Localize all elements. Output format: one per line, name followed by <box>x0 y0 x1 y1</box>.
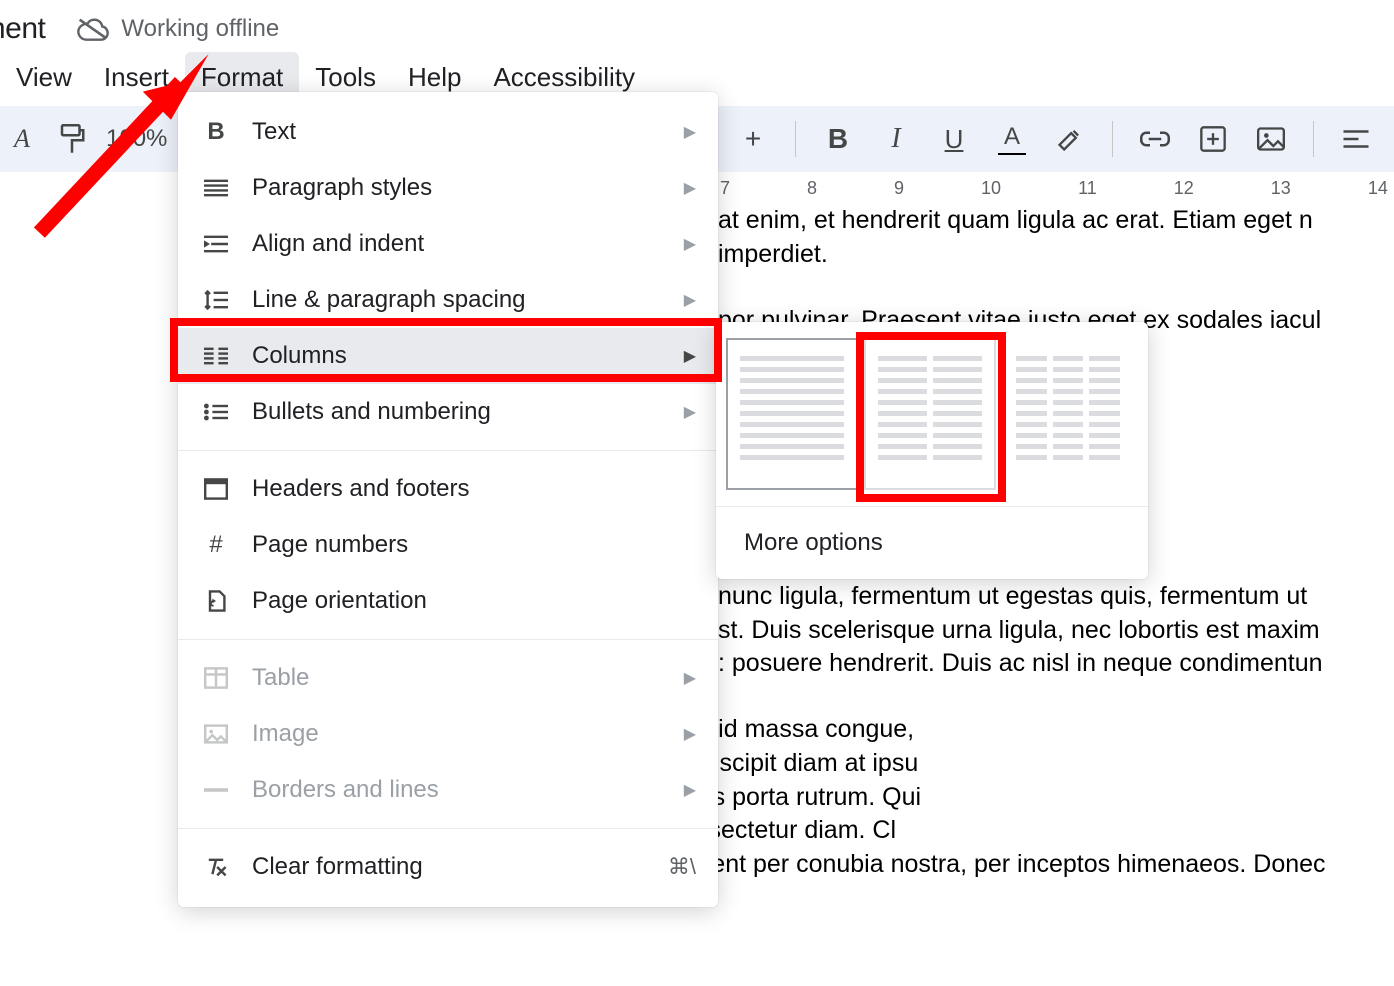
menu-clear-formatting[interactable]: Clear formatting ⌘\ <box>178 839 718 895</box>
chevron-right-icon: ▶ <box>684 668 696 688</box>
ruler-tick: 14 <box>1368 178 1388 206</box>
add-comment-icon[interactable] <box>1197 123 1229 155</box>
line-spacing-icon <box>202 286 230 314</box>
toolbar-divider <box>1313 121 1314 157</box>
insert-image-icon[interactable] <box>1255 123 1287 155</box>
menu-label: Line & paragraph spacing <box>252 286 526 314</box>
menu-columns[interactable]: Columns ▶ <box>178 328 718 384</box>
menu-bullets-numbering[interactable]: Bullets and numbering ▶ <box>178 384 718 440</box>
chevron-right-icon: ▶ <box>684 122 696 142</box>
menu-label: Image <box>252 720 319 748</box>
chevron-right-icon: ▶ <box>684 234 696 254</box>
spellcheck-icon[interactable]: A <box>6 123 38 155</box>
ruler-tick: 10 <box>981 178 1001 206</box>
align-icon[interactable] <box>1340 123 1372 155</box>
columns-option-two[interactable] <box>864 338 996 490</box>
menu-view[interactable]: View <box>0 52 88 103</box>
menu-label: Bullets and numbering <box>252 398 491 426</box>
toolbar-right: + B I U A ▼ <box>710 106 1394 172</box>
chevron-right-icon: ▶ <box>684 346 696 366</box>
menu-headers-footers[interactable]: Headers and footers <box>178 461 718 517</box>
doc-paragraph: at enim, et hendrerit quam ligula ac era… <box>718 204 1394 272</box>
menu-image: Image ▶ <box>178 706 718 762</box>
menu-label: Headers and footers <box>252 475 469 503</box>
paint-format-icon[interactable] <box>56 123 88 155</box>
format-menu-dropdown: B Text ▶ Paragraph styles ▶ Align and in… <box>178 92 718 907</box>
chevron-right-icon: ▶ <box>684 290 696 310</box>
menu-label: Page numbers <box>252 531 408 559</box>
page-numbers-icon: # <box>202 531 230 559</box>
page-orientation-icon <box>202 587 230 615</box>
columns-option-three[interactable] <box>1002 338 1134 490</box>
align-indent-icon <box>202 230 230 258</box>
ruler-tick: 8 <box>807 178 817 206</box>
columns-submenu: More options <box>716 322 1148 579</box>
ruler-tick: 7 <box>720 178 730 206</box>
borders-icon <box>202 776 230 804</box>
ruler-tick: 13 <box>1271 178 1291 206</box>
toolbar-left: A 100% <box>0 106 167 172</box>
highlight-icon[interactable] <box>1054 123 1086 155</box>
headers-footers-icon <box>202 475 230 503</box>
menu-separator <box>178 639 718 640</box>
clear-formatting-icon <box>202 853 230 881</box>
columns-more-options[interactable]: More options <box>716 507 1148 579</box>
plus-icon[interactable]: + <box>737 123 769 155</box>
chevron-right-icon: ▶ <box>684 780 696 800</box>
menu-label: Text <box>252 118 296 146</box>
offline-label: Working offline <box>121 15 279 43</box>
bold-icon: B <box>202 118 230 146</box>
zoom-level[interactable]: 100% <box>106 125 167 153</box>
toolbar-divider <box>795 121 796 157</box>
toolbar-divider <box>1112 121 1113 157</box>
menu-align-indent[interactable]: Align and indent ▶ <box>178 216 718 272</box>
menu-line-spacing[interactable]: Line & paragraph spacing ▶ <box>178 272 718 328</box>
menu-label: Page orientation <box>252 587 427 615</box>
menu-label: Columns <box>252 342 347 370</box>
menu-separator <box>178 828 718 829</box>
table-icon <box>202 664 230 692</box>
ruler-tick: 9 <box>894 178 904 206</box>
menu-insert[interactable]: Insert <box>88 52 185 103</box>
paragraph-styles-icon <box>202 174 230 202</box>
ruler: 7 8 9 10 11 12 13 14 15 <box>720 178 1394 206</box>
menu-page-orientation[interactable]: Page orientation <box>178 573 718 629</box>
menu-page-numbers[interactable]: # Page numbers <box>178 517 718 573</box>
bold-icon[interactable]: B <box>822 123 854 155</box>
columns-option-one[interactable] <box>726 338 858 490</box>
chevron-right-icon: ▶ <box>684 178 696 198</box>
menu-label: Paragraph styles <box>252 174 432 202</box>
menu-label: Align and indent <box>252 230 424 258</box>
doc-title-fragment: cument <box>0 12 45 46</box>
offline-indicator: Working offline <box>77 15 279 43</box>
italic-icon[interactable]: I <box>880 123 912 155</box>
image-icon <box>202 720 230 748</box>
menu-separator <box>178 450 718 451</box>
menu-label: Clear formatting <box>252 853 423 881</box>
menu-label: Table <box>252 664 309 692</box>
menu-borders-lines: Borders and lines ▶ <box>178 762 718 818</box>
underline-icon[interactable]: U <box>938 123 970 155</box>
title-row: cument Working offline <box>0 12 279 46</box>
ruler-tick: 11 <box>1078 178 1097 206</box>
cloud-off-icon <box>77 17 109 41</box>
menu-paragraph-styles[interactable]: Paragraph styles ▶ <box>178 160 718 216</box>
menu-table: Table ▶ <box>178 650 718 706</box>
chevron-right-icon: ▶ <box>684 402 696 422</box>
chevron-right-icon: ▶ <box>684 724 696 744</box>
columns-icon <box>202 342 230 370</box>
columns-options-row <box>716 322 1148 506</box>
insert-link-icon[interactable] <box>1139 123 1171 155</box>
ruler-tick: 12 <box>1174 178 1194 206</box>
menu-text[interactable]: B Text ▶ <box>178 104 718 160</box>
keyboard-shortcut: ⌘\ <box>668 854 696 880</box>
text-color-icon[interactable]: A <box>996 123 1028 155</box>
bullets-icon <box>202 398 230 426</box>
menu-label: Borders and lines <box>252 776 439 804</box>
